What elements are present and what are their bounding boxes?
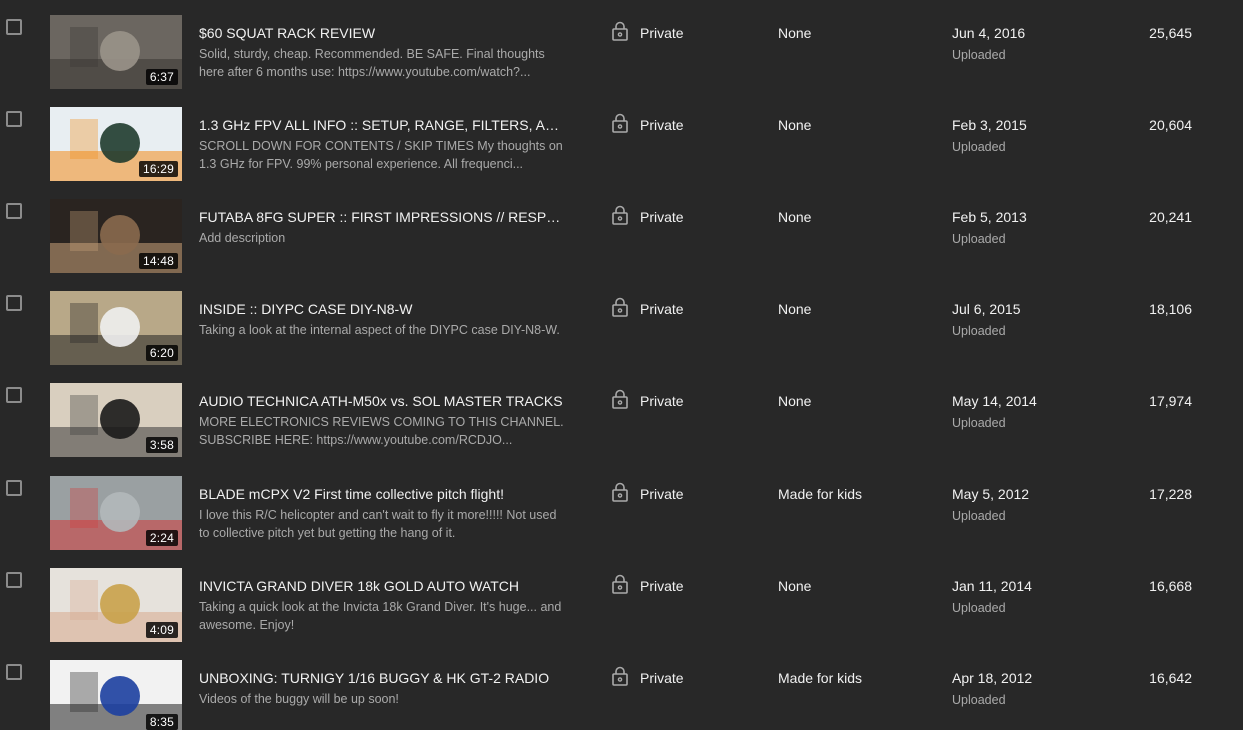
date-status: Uploaded xyxy=(952,693,1006,707)
visibility-label[interactable]: Private xyxy=(640,24,684,42)
upload-date: Jul 6, 2015 xyxy=(952,301,1021,317)
video-row[interactable]: 16:29 1.3 GHz FPV ALL INFO :: SETUP, RAN… xyxy=(0,107,1243,199)
lock-icon xyxy=(611,297,629,317)
row-checkbox[interactable] xyxy=(6,572,22,588)
video-list: 6:37 $60 SQUAT RACK REVIEW Solid, sturdy… xyxy=(0,0,1243,730)
restrictions-label: None xyxy=(778,301,812,317)
video-row[interactable]: 14:48 FUTABA 8FG SUPER :: FIRST IMPRESSI… xyxy=(0,199,1243,291)
visibility-label[interactable]: Private xyxy=(640,208,684,226)
video-duration: 6:37 xyxy=(145,69,178,85)
video-row[interactable]: 2:24 BLADE mCPX V2 First time collective… xyxy=(0,476,1243,568)
row-checkbox[interactable] xyxy=(6,19,22,35)
video-duration: 3:58 xyxy=(145,437,178,453)
video-description: Add description xyxy=(199,231,286,245)
view-count: 18,106 xyxy=(1149,301,1192,317)
view-count: 25,645 xyxy=(1149,25,1192,41)
video-description: SCROLL DOWN FOR CONTENTS / SKIP TIMES My… xyxy=(199,139,563,171)
upload-date: Jun 4, 2016 xyxy=(952,25,1026,41)
restrictions-label: None xyxy=(778,209,812,225)
visibility-label[interactable]: Private xyxy=(640,300,684,318)
date-status: Uploaded xyxy=(952,601,1006,615)
video-description: I love this R/C helicopter and can't wai… xyxy=(199,508,557,540)
date-status: Uploaded xyxy=(952,416,1006,430)
video-thumbnail[interactable]: 14:48 xyxy=(50,199,182,273)
upload-date: Feb 5, 2013 xyxy=(952,209,1027,225)
date-status: Uploaded xyxy=(952,509,1006,523)
video-title[interactable]: 1.3 GHz FPV ALL INFO :: SETUP, RANGE, FI… xyxy=(199,116,564,134)
video-title[interactable]: UNBOXING: TURNIGY 1/16 BUGGY & HK GT-2 R… xyxy=(199,669,564,687)
lock-icon xyxy=(611,482,629,502)
video-description: Solid, sturdy, cheap. Recommended. BE SA… xyxy=(199,47,545,79)
video-thumbnail[interactable]: 4:09 xyxy=(50,568,182,642)
video-row[interactable]: 6:20 INSIDE :: DIYPC CASE DIY-N8-W Takin… xyxy=(0,291,1243,383)
visibility-label[interactable]: Private xyxy=(640,669,684,687)
row-checkbox[interactable] xyxy=(6,664,22,680)
video-row[interactable]: 8:35 UNBOXING: TURNIGY 1/16 BUGGY & HK G… xyxy=(0,660,1243,730)
visibility-label[interactable]: Private xyxy=(640,577,684,595)
lock-icon xyxy=(611,574,629,594)
row-checkbox[interactable] xyxy=(6,111,22,127)
lock-icon xyxy=(611,113,629,133)
restrictions-label: Made for kids xyxy=(778,670,863,686)
video-duration: 4:09 xyxy=(145,622,178,638)
restrictions-label: Made for kids xyxy=(778,486,863,502)
row-checkbox[interactable] xyxy=(6,387,22,403)
lock-icon xyxy=(611,205,629,225)
restrictions-label: None xyxy=(778,393,812,409)
video-title[interactable]: INSIDE :: DIYPC CASE DIY-N8-W xyxy=(199,300,564,318)
video-description: MORE ELECTRONICS REVIEWS COMING TO THIS … xyxy=(199,415,564,447)
video-thumbnail[interactable]: 6:20 xyxy=(50,291,182,365)
video-duration: 6:20 xyxy=(145,345,178,361)
upload-date: Apr 18, 2012 xyxy=(952,670,1033,686)
row-checkbox[interactable] xyxy=(6,295,22,311)
video-duration: 16:29 xyxy=(138,161,178,177)
video-duration: 14:48 xyxy=(138,253,178,269)
row-checkbox[interactable] xyxy=(6,480,22,496)
video-description: Taking a quick look at the Invicta 18k G… xyxy=(199,600,562,632)
visibility-label[interactable]: Private xyxy=(640,116,684,134)
video-duration: 8:35 xyxy=(145,714,178,730)
video-row[interactable]: 3:58 AUDIO TECHNICA ATH-M50x vs. SOL MAS… xyxy=(0,383,1243,475)
lock-icon xyxy=(611,389,629,409)
restrictions-label: None xyxy=(778,578,812,594)
date-status: Uploaded xyxy=(952,324,1006,338)
video-title[interactable]: BLADE mCPX V2 First time collective pitc… xyxy=(199,485,564,503)
upload-date: May 14, 2014 xyxy=(952,393,1037,409)
video-title[interactable]: AUDIO TECHNICA ATH-M50x vs. SOL MASTER T… xyxy=(199,392,564,410)
visibility-label[interactable]: Private xyxy=(640,392,684,410)
row-checkbox[interactable] xyxy=(6,203,22,219)
video-description: Videos of the buggy will be up soon! xyxy=(199,692,399,706)
date-status: Uploaded xyxy=(952,232,1006,246)
video-thumbnail[interactable]: 3:58 xyxy=(50,383,182,457)
video-title[interactable]: $60 SQUAT RACK REVIEW xyxy=(199,24,564,42)
video-description: Taking a look at the internal aspect of … xyxy=(199,323,560,337)
view-count: 16,642 xyxy=(1149,670,1192,686)
restrictions-label: None xyxy=(778,25,812,41)
video-thumbnail[interactable]: 2:24 xyxy=(50,476,182,550)
view-count: 16,668 xyxy=(1149,578,1192,594)
view-count: 20,604 xyxy=(1149,117,1192,133)
upload-date: Feb 3, 2015 xyxy=(952,117,1027,133)
visibility-label[interactable]: Private xyxy=(640,485,684,503)
video-title[interactable]: INVICTA GRAND DIVER 18k GOLD AUTO WATCH xyxy=(199,577,564,595)
view-count: 17,228 xyxy=(1149,486,1192,502)
video-title[interactable]: FUTABA 8FG SUPER :: FIRST IMPRESSIONS //… xyxy=(199,208,564,226)
upload-date: May 5, 2012 xyxy=(952,486,1030,502)
video-thumbnail[interactable]: 6:37 xyxy=(50,15,182,89)
date-status: Uploaded xyxy=(952,140,1006,154)
lock-icon xyxy=(611,666,629,686)
view-count: 20,241 xyxy=(1149,209,1192,225)
restrictions-label: None xyxy=(778,117,812,133)
upload-date: Jan 11, 2014 xyxy=(952,578,1032,594)
video-row[interactable]: 6:37 $60 SQUAT RACK REVIEW Solid, sturdy… xyxy=(0,15,1243,107)
video-duration: 2:24 xyxy=(145,530,178,546)
date-status: Uploaded xyxy=(952,48,1006,62)
video-thumbnail[interactable]: 8:35 xyxy=(50,660,182,730)
video-row[interactable]: 4:09 INVICTA GRAND DIVER 18k GOLD AUTO W… xyxy=(0,568,1243,660)
video-thumbnail[interactable]: 16:29 xyxy=(50,107,182,181)
view-count: 17,974 xyxy=(1149,393,1192,409)
lock-icon xyxy=(611,21,629,41)
